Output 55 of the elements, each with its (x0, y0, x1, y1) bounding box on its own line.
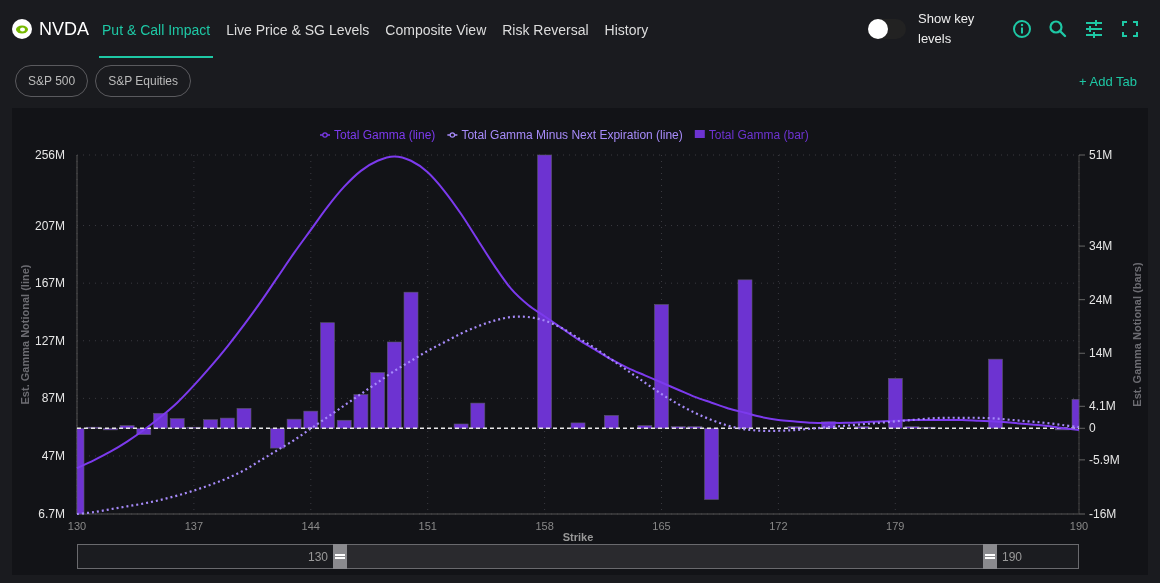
axis-tick-label: 165 (652, 520, 671, 532)
axis-tick-label: 172 (769, 520, 788, 532)
add-tab-link[interactable]: + Add Tab (1079, 73, 1137, 89)
bar (988, 358, 1003, 429)
axis-tick-label: 207M (34, 218, 65, 233)
legend-line-icon[interactable] (319, 132, 331, 138)
axis-title: Est. Gamma Notional (line) (19, 264, 31, 405)
slider-handle[interactable] (983, 544, 997, 569)
bar (604, 415, 619, 429)
axis-tick-label: 4.1M (1089, 399, 1116, 414)
range-slider[interactable]: 130 190 (77, 544, 1079, 569)
bar (570, 422, 586, 429)
axis-tick-label: 158 (535, 520, 554, 532)
axis-title: Est. Gamma Notional (bars) (1131, 262, 1143, 407)
axis-tick-label: 6.7M (38, 507, 65, 521)
axis-title: Strike (562, 531, 594, 543)
bar (787, 426, 803, 429)
axis-tick-label: 167M (34, 276, 65, 291)
bar (854, 426, 870, 429)
bar (821, 421, 836, 429)
legend-line-icon[interactable] (446, 132, 459, 138)
axis-tick-label: 137 (184, 520, 204, 532)
axis-tick-label: 87M (41, 391, 65, 406)
tab[interactable]: History (601, 10, 652, 58)
range-label: 130 (307, 550, 328, 564)
axis-tick-label: 256M (34, 148, 65, 162)
axis-tick-label: 179 (886, 520, 905, 532)
sliders-icon[interactable] (1084, 19, 1104, 39)
tab[interactable]: Put & Call Impact (99, 10, 214, 58)
ticker-symbol: NVDA (39, 18, 89, 40)
tab[interactable]: Composite View (382, 10, 490, 58)
toggle-switch[interactable] (868, 19, 906, 39)
fullscreen-icon[interactable] (1120, 19, 1140, 39)
toggle-label: Show key levels (918, 10, 976, 48)
axis-tick-label: 14M (1089, 346, 1113, 361)
axis-tick-label: 24M (1089, 292, 1113, 307)
range-label: 190 (1002, 550, 1023, 564)
logo-icon (12, 19, 32, 39)
axis-tick-label: -5.9M (1089, 452, 1120, 467)
slider-handle[interactable] (333, 544, 347, 569)
axis-tick-label: 51M (1089, 148, 1113, 162)
tab[interactable]: Live Price & SG Levels (223, 10, 373, 58)
legend-label[interactable]: Total Gamma Minus Next Expiration (line) (461, 128, 683, 142)
axis-tick-label: 130 (67, 520, 87, 532)
info-icon[interactable] (1012, 19, 1032, 39)
axis-tick-label: 127M (34, 333, 65, 348)
axis-tick-label: 0 (1089, 421, 1096, 436)
tab[interactable]: Risk Reversal (499, 10, 592, 58)
axis-tick-label: -16M (1089, 507, 1117, 521)
axis-tick-label: 34M (1089, 239, 1113, 254)
axis-tick-label: 190 (1069, 520, 1089, 532)
axis-tick-label: 144 (301, 520, 320, 532)
axis-tick-label: 47M (41, 448, 65, 463)
search-icon[interactable] (1048, 19, 1068, 39)
axis-tick-label: 151 (418, 520, 437, 532)
